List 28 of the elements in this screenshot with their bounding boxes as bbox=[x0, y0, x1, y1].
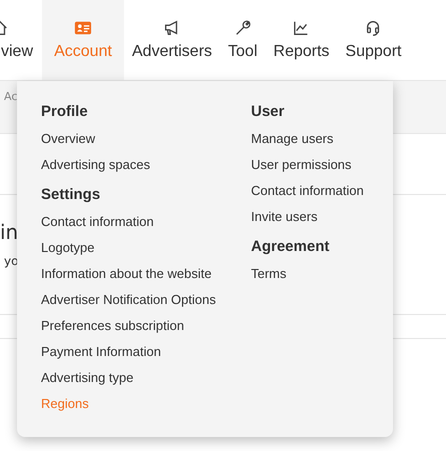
page-heading: in bbox=[0, 220, 20, 244]
menu-item[interactable]: Logotype bbox=[41, 235, 231, 261]
id-card-icon bbox=[74, 19, 92, 37]
nav-tab[interactable]: Advertisers bbox=[124, 0, 220, 80]
menu-item[interactable]: Information about the website bbox=[41, 261, 231, 287]
menu-item[interactable]: Manage users bbox=[251, 126, 364, 152]
menu-item[interactable]: Contact information bbox=[41, 209, 231, 235]
menu-item[interactable]: Payment Information bbox=[41, 339, 231, 365]
menu-item[interactable]: Overview bbox=[41, 126, 231, 152]
menu-section-title: Profile bbox=[41, 103, 89, 120]
menu-item[interactable]: Advertising spaces bbox=[41, 152, 231, 178]
menu-item[interactable]: Preferences subscription bbox=[41, 313, 231, 339]
nav-tab[interactable]: view bbox=[0, 0, 42, 80]
menu-item[interactable]: Advertising type bbox=[41, 365, 231, 391]
menu-item[interactable]: User permissions bbox=[251, 152, 364, 178]
chart-icon bbox=[292, 19, 310, 37]
menu-item[interactable]: Advertiser Notification Options bbox=[41, 287, 231, 313]
menu-section-title: Agreement bbox=[251, 238, 330, 255]
menu-item[interactable]: Terms bbox=[251, 261, 364, 287]
menu-item[interactable]: Invite users bbox=[251, 204, 364, 230]
wrench-icon bbox=[234, 19, 252, 37]
menu-section-title: User bbox=[251, 103, 286, 120]
menu-section-title: Settings bbox=[41, 186, 102, 203]
nav-tab[interactable]: Tool bbox=[220, 0, 266, 80]
nav-tab[interactable]: Support bbox=[337, 0, 410, 80]
menu-item[interactable]: Contact information bbox=[251, 178, 364, 204]
nav-tab[interactable]: Reports bbox=[265, 0, 338, 80]
breadcrumb: Ac bbox=[4, 90, 18, 102]
